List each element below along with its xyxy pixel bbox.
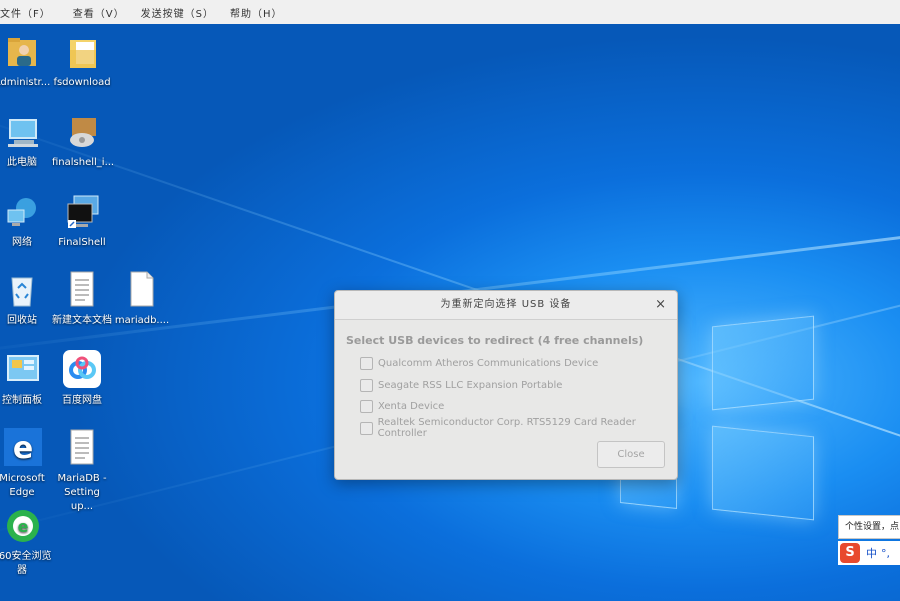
menu-view[interactable]: 查看（V） (73, 5, 133, 20)
desktop-icon-control-panel[interactable]: 控制面板 (0, 350, 52, 408)
blank-document-icon (122, 270, 162, 310)
device-checkbox[interactable] (360, 357, 373, 371)
ime-punctuation-toggle[interactable]: °, (881, 547, 890, 560)
desktop-icon-administrator[interactable]: Administr... (0, 32, 52, 90)
menu-bar: 文件（F） 查看（V） 发送按键（S） 帮助（H） (0, 0, 900, 25)
desktop-icon-fsdownload[interactable]: fsdownload (52, 32, 112, 90)
usb-device-item[interactable]: Seagate RSS LLC Expansion Portable (360, 375, 677, 397)
ime-toolbar[interactable]: S 中 °, (838, 541, 900, 565)
installer-package-icon (62, 112, 102, 152)
desktop-icon-network[interactable]: 网络 (0, 192, 52, 250)
desktop-icon-mariadb-file[interactable]: mariadb.... (112, 270, 172, 328)
usb-device-item[interactable]: Realtek Semiconductor Corp. RTS5129 Card… (360, 417, 677, 440)
usb-redirect-dialog: 为重新定向选择 USB 设备 × Select USB devices to r… (334, 290, 678, 480)
close-icon[interactable]: × (655, 291, 667, 319)
device-label: Qualcomm Atheros Communications Device (378, 358, 599, 370)
close-button[interactable]: Close (597, 441, 665, 468)
control-panel-icon (2, 350, 42, 390)
baidu-netdisk-icon (62, 350, 102, 390)
recycle-bin-icon (2, 270, 42, 310)
network-icon (2, 192, 42, 232)
text-document-icon (62, 270, 102, 310)
desktop-icon-this-pc[interactable]: 此电脑 (0, 112, 52, 170)
desktop-icon-mariadb-setting[interactable]: MariaDB - Setting up... (52, 428, 112, 514)
ime-mode-toggle[interactable]: 中 (866, 545, 877, 561)
desktop-icon-finalshell[interactable]: FinalShell (52, 192, 112, 250)
device-label: Xenta Device (378, 401, 445, 413)
computer-icon (2, 112, 42, 152)
desktop-icon-recycle-bin[interactable]: 回收站 (0, 270, 52, 328)
device-checkbox[interactable] (360, 400, 373, 414)
usb-device-list: Qualcomm Atheros Communications Device S… (360, 353, 677, 439)
svg-text:e: e (18, 517, 29, 536)
dialog-heading: Select USB devices to redirect (4 free c… (346, 334, 644, 347)
menu-file[interactable]: 文件（F） (0, 5, 59, 20)
device-checkbox[interactable] (360, 378, 373, 392)
device-label: Realtek Semiconductor Corp. RTS5129 Card… (377, 417, 636, 440)
usb-device-item[interactable]: Xenta Device (360, 396, 677, 418)
finalshell-shortcut-icon (62, 192, 102, 232)
edge-icon: e (2, 428, 42, 468)
svg-text:e: e (13, 431, 33, 466)
desktop-icon-finalshell-installer[interactable]: finalshell_i... (52, 112, 114, 170)
ime-tooltip: 个性设置，点 (838, 515, 900, 539)
desktop-icon-baidu-netdisk[interactable]: 百度网盘 (52, 350, 112, 408)
dialog-title: 为重新定向选择 USB 设备 (440, 299, 572, 310)
desktop-icon-microsoft-edge[interactable]: e Microsoft Edge (0, 428, 52, 500)
device-checkbox[interactable] (360, 421, 373, 435)
menu-help[interactable]: 帮助（H） (230, 5, 291, 20)
user-folder-icon (2, 32, 42, 72)
360-browser-icon: e (2, 506, 42, 546)
menu-send-keys[interactable]: 发送按键（S） (141, 5, 222, 20)
text-document-icon (62, 428, 102, 468)
usb-device-item[interactable]: Qualcomm Atheros Communications Device (360, 353, 677, 375)
sogou-logo-icon[interactable]: S (840, 543, 860, 563)
dialog-titlebar: 为重新定向选择 USB 设备 × (335, 291, 677, 320)
device-label: Seagate RSS LLC Expansion Portable (378, 379, 563, 391)
desktop-icon-360-browser[interactable]: e 360安全浏览器 (0, 506, 52, 578)
folder-icon (62, 32, 102, 72)
desktop-icon-new-text-document[interactable]: 新建文本文档 (52, 270, 112, 328)
